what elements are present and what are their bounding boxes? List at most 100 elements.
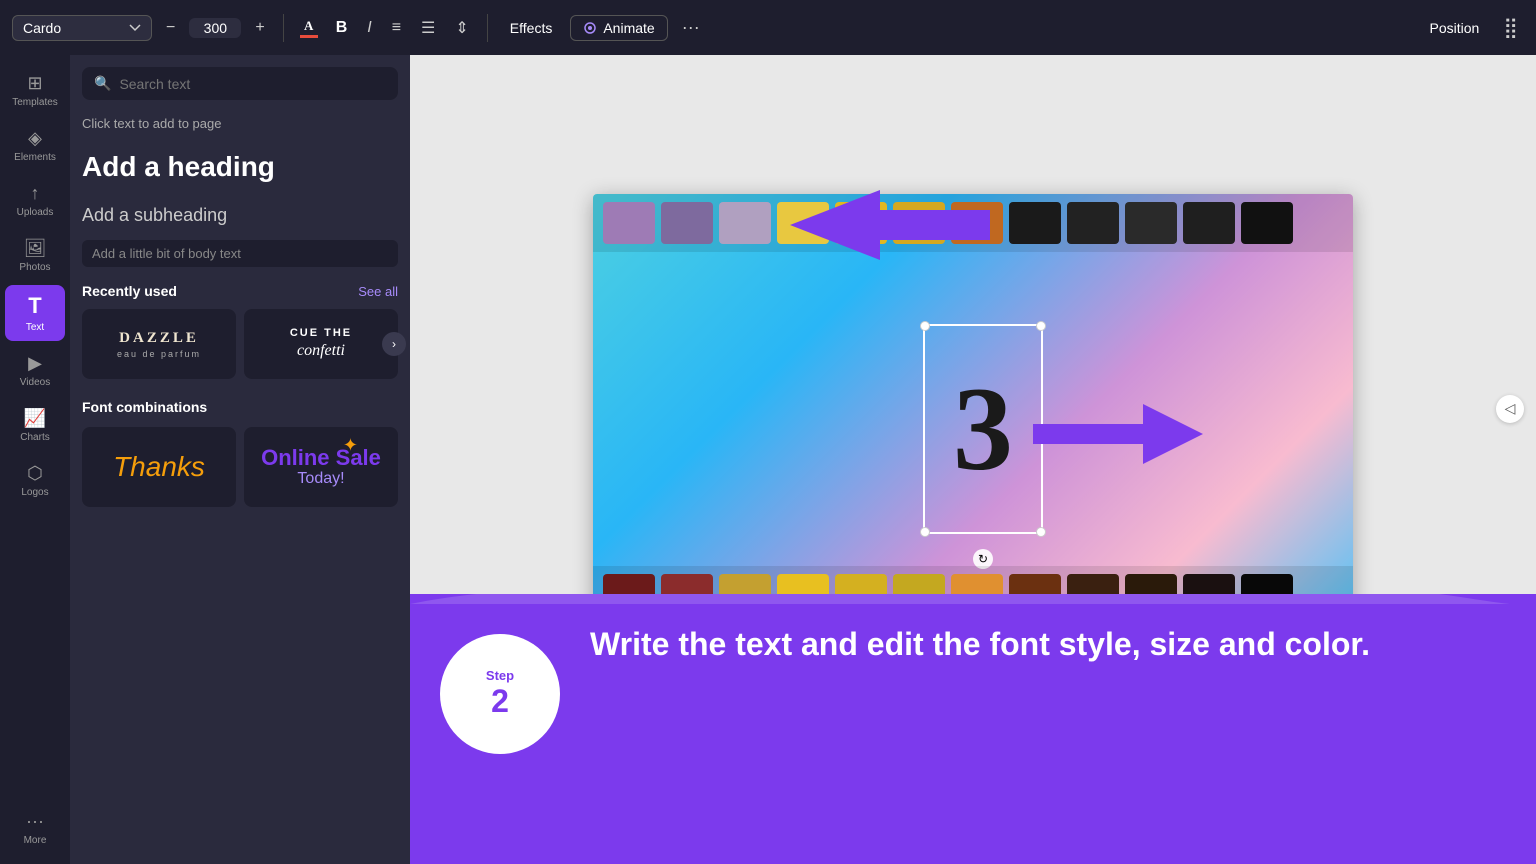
text-color-bar	[300, 35, 318, 38]
divider-2	[487, 14, 488, 42]
step-description: Write the text and edit the font style, …	[590, 624, 1506, 666]
film-cell	[1009, 202, 1061, 244]
film-cell	[1067, 202, 1119, 244]
layout-options-button[interactable]: ⣿	[1497, 11, 1524, 44]
logos-icon: ⬡	[27, 463, 43, 484]
spacing-button[interactable]: ⇕	[449, 14, 474, 42]
selection-box	[923, 324, 1043, 534]
handle-bottom-right[interactable]	[1036, 527, 1046, 537]
text-icon: T	[28, 293, 41, 319]
large-arrow-annotation	[790, 185, 990, 265]
film-cell	[1183, 202, 1235, 244]
font-combinations-title: Font combinations	[82, 399, 398, 415]
videos-icon: ▶	[28, 353, 42, 374]
collapse-panel-button[interactable]: ◁	[1496, 395, 1524, 423]
add-subheading-button[interactable]: Add a subheading	[82, 199, 398, 232]
templates-icon: ⊞	[27, 73, 42, 94]
decrease-font-size-button[interactable]: −	[160, 15, 181, 41]
font-card-dazzle[interactable]: DAZZLE eau de parfum	[82, 309, 236, 379]
recently-used-title: Recently used	[82, 283, 177, 299]
dazzle-subtext: eau de parfum	[117, 349, 201, 359]
scroll-right-button[interactable]: ›	[382, 332, 406, 356]
sidebar-elements-label: Elements	[14, 152, 56, 163]
font-combo-thanks[interactable]: Thanks	[82, 427, 236, 507]
film-cell	[1125, 202, 1177, 244]
left-panel: 🔍 Click text to add to page Add a headin…	[70, 55, 410, 864]
sidebar-videos-label: Videos	[20, 377, 50, 388]
step-circle: Step 2	[440, 634, 560, 754]
font-combo-online-sale[interactable]: ✦ Online Sale Today!	[244, 427, 398, 507]
elements-icon: ◈	[28, 128, 42, 149]
align-button[interactable]: ≡	[386, 15, 407, 41]
overlay-banner: Step 2 Write the text and edit the font …	[410, 594, 1536, 864]
number-text-element[interactable]: 3 ↻	[923, 324, 1043, 534]
sidebar-item-templates[interactable]: ⊞ Templates	[5, 65, 65, 116]
search-box: 🔍	[82, 67, 398, 100]
chevron-down-icon	[129, 24, 141, 32]
recently-used-header: Recently used See all	[82, 283, 398, 299]
list-button[interactable]: ☰	[415, 14, 441, 42]
add-body-button[interactable]: Add a little bit of body text	[82, 240, 398, 267]
star-icon: ✦	[343, 435, 358, 456]
handle-top-left[interactable]	[920, 321, 930, 331]
film-cell	[719, 202, 771, 244]
increase-font-size-button[interactable]: +	[249, 15, 270, 41]
online-sale-text: Online Sale Today!	[261, 446, 381, 488]
film-cell	[603, 202, 655, 244]
text-color-icon: A	[304, 18, 313, 34]
italic-button[interactable]: I	[361, 15, 377, 41]
font-card-confetti[interactable]: CUE THE confetti	[244, 309, 398, 379]
font-name: Cardo	[23, 20, 123, 36]
sidebar-photos-label: Photos	[19, 262, 50, 273]
sidebar-item-charts[interactable]: 📈 Charts	[5, 400, 65, 451]
dazzle-text: DAZZLE	[119, 330, 199, 347]
online-text: Online Sale	[261, 446, 381, 470]
step-number: 2	[491, 683, 509, 720]
sidebar-logos-label: Logos	[21, 487, 48, 498]
search-icon: 🔍	[94, 75, 111, 92]
see-all-button[interactable]: See all	[358, 284, 398, 299]
sidebar-item-more[interactable]: ··· More	[5, 803, 65, 854]
step-label: Step	[486, 668, 514, 683]
arrow-annotation	[1033, 399, 1203, 469]
click-text-hint: Click text to add to page	[82, 116, 398, 131]
sidebar-text-label: Text	[26, 322, 44, 333]
animate-icon	[583, 21, 597, 35]
uploads-icon: ↑	[31, 183, 40, 204]
sidebar-uploads-label: Uploads	[17, 207, 54, 218]
font-size-input[interactable]	[195, 20, 235, 36]
more-icon: ···	[26, 811, 44, 832]
more-options-button[interactable]: ···	[676, 15, 706, 40]
sidebar-item-text[interactable]: T Text	[5, 285, 65, 341]
bold-button[interactable]: B	[330, 15, 354, 41]
film-cell	[1241, 202, 1293, 244]
sidebar-item-elements[interactable]: ◈ Elements	[5, 120, 65, 171]
film-cell	[661, 202, 713, 244]
text-color-button[interactable]: A	[296, 16, 322, 40]
divider-1	[283, 14, 284, 42]
wave-decoration	[410, 594, 1510, 604]
animate-label: Animate	[603, 20, 654, 36]
sidebar-charts-label: Charts	[20, 432, 49, 443]
sidebar-item-uploads[interactable]: ↑ Uploads	[5, 175, 65, 226]
font-selector[interactable]: Cardo	[12, 15, 152, 41]
animate-button[interactable]: Animate	[570, 15, 667, 41]
effects-button[interactable]: Effects	[500, 16, 563, 40]
confetti-text: CUE THE confetti	[290, 326, 352, 361]
canvas-wrapper: ◁	[410, 55, 1536, 864]
sidebar-item-logos[interactable]: ⬡ Logos	[5, 455, 65, 506]
search-input[interactable]	[119, 76, 386, 92]
sidebar-item-videos[interactable]: ▶ Videos	[5, 345, 65, 396]
today-text: Today!	[261, 470, 381, 488]
sidebar-item-photos[interactable]: 🖼 Photos	[5, 230, 65, 281]
position-button[interactable]: Position	[1420, 16, 1490, 40]
handle-top-right[interactable]	[1036, 321, 1046, 331]
font-combos-grid: Thanks ✦ Online Sale Today!	[82, 427, 398, 507]
sidebar-templates-label: Templates	[12, 97, 58, 108]
sidebar: ⊞ Templates ◈ Elements ↑ Uploads 🖼 Photo…	[0, 55, 70, 864]
thanks-text: Thanks	[113, 451, 205, 483]
charts-icon: 📈	[24, 408, 46, 429]
handle-bottom-left[interactable]	[920, 527, 930, 537]
toolbar: Cardo − + A B I ≡ ☰ ⇕ Effects Animate ··…	[0, 0, 1536, 55]
add-heading-button[interactable]: Add a heading	[82, 143, 398, 191]
